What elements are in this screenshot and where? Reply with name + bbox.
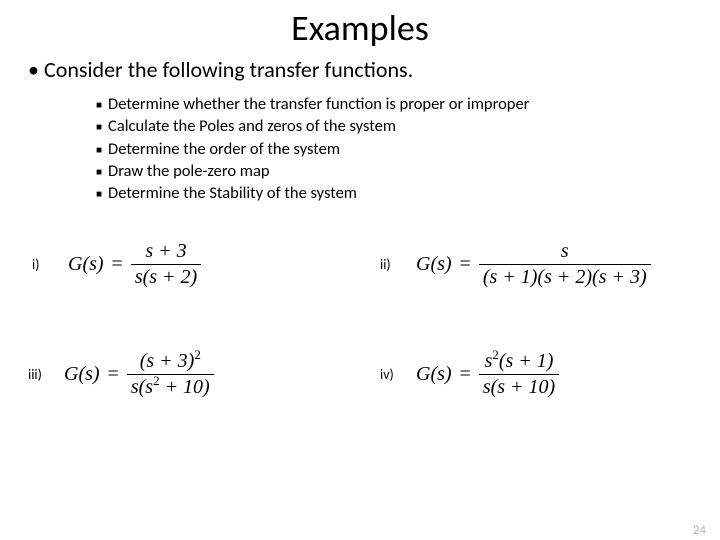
lhs: G(s)	[68, 253, 104, 276]
square-bullet-icon: ■	[96, 187, 102, 201]
equation-label: ii)	[380, 256, 400, 273]
sub-bullet-text: Draw the pole-zero map	[108, 160, 269, 182]
equals-sign: =	[460, 253, 471, 276]
sub-bullet-text: Calculate the Poles and zeros of the sys…	[108, 115, 396, 137]
denominator: s(s2 + 10)	[127, 375, 214, 399]
equation-iv: iv) G(s) = s2(s + 1) s(s + 10)	[380, 350, 559, 399]
slide: Examples •Consider the following transfe…	[0, 6, 720, 540]
square-bullet-icon: ■	[96, 98, 102, 112]
square-bullet-icon: ■	[96, 165, 102, 179]
equation-i: i) G(s) = s + 3 s(s + 2)	[32, 240, 201, 289]
square-bullet-icon: ■	[96, 143, 102, 157]
fraction: (s + 3)2 s(s2 + 10)	[127, 350, 214, 399]
numerator: s	[479, 240, 651, 265]
equation-body: G(s) = (s + 3)2 s(s2 + 10)	[64, 350, 214, 399]
lhs: G(s)	[64, 363, 100, 386]
denominator: s(s + 2)	[131, 265, 201, 289]
equals-sign: =	[112, 253, 123, 276]
list-item: ■ Draw the pole-zero map	[96, 160, 720, 182]
equation-body: G(s) = s (s + 1)(s + 2)(s + 3)	[416, 240, 651, 289]
list-item: ■ Calculate the Poles and zeros of the sy…	[96, 115, 720, 137]
square-bullet-icon: ■	[96, 120, 102, 134]
sub-bullet-list: ■ Determine whether the transfer function…	[96, 93, 720, 204]
list-item: ■ Determine the Stability of the system	[96, 182, 720, 204]
lhs: G(s)	[416, 253, 452, 276]
equals-sign: =	[460, 363, 471, 386]
sub-bullet-text: Determine the Stability of the system	[108, 182, 357, 204]
fraction: s (s + 1)(s + 2)(s + 3)	[479, 240, 651, 289]
fraction: s2(s + 1) s(s + 10)	[479, 350, 559, 399]
numerator: (s + 3)2	[127, 350, 214, 375]
equation-iii: iii) G(s) = (s + 3)2 s(s2 + 10)	[28, 350, 214, 399]
equation-label: i)	[32, 256, 52, 273]
sub-bullet-text: Determine whether the transfer function …	[108, 93, 529, 115]
list-item: ■ Determine whether the transfer function…	[96, 93, 720, 115]
equals-sign: =	[108, 363, 119, 386]
equation-label: iv)	[380, 366, 400, 383]
slide-title: Examples	[0, 6, 720, 50]
fraction: s + 3 s(s + 2)	[131, 240, 201, 289]
sub-bullet-text: Determine the order of the system	[108, 138, 340, 160]
denominator: s(s + 10)	[479, 375, 559, 399]
list-item: ■ Determine the order of the system	[96, 138, 720, 160]
denominator: (s + 1)(s + 2)(s + 3)	[479, 265, 651, 289]
main-bullet: •Consider the following transfer functio…	[28, 56, 720, 83]
main-bullet-text: Consider the following transfer function…	[44, 56, 413, 83]
equation-body: G(s) = s + 3 s(s + 2)	[68, 240, 201, 289]
numerator: s + 3	[131, 240, 201, 265]
equation-ii: ii) G(s) = s (s + 1)(s + 2)(s + 3)	[380, 240, 651, 289]
equation-label: iii)	[28, 366, 48, 383]
bullet-dot-icon: •	[28, 56, 44, 83]
equation-body: G(s) = s2(s + 1) s(s + 10)	[416, 350, 559, 399]
numerator: s2(s + 1)	[479, 350, 559, 375]
page-number: 24	[693, 523, 706, 538]
lhs: G(s)	[416, 363, 452, 386]
